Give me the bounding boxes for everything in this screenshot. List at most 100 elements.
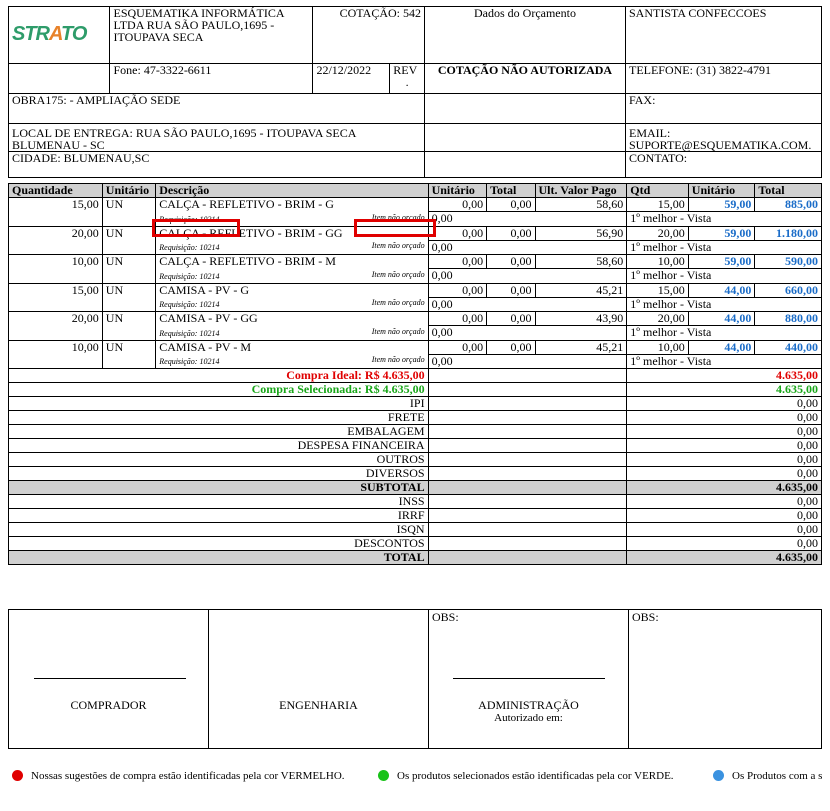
item-extra: 0,00	[427, 353, 628, 369]
highlight-not-quoted	[354, 219, 436, 237]
red-dot-icon	[12, 770, 23, 781]
item-extra: 0,00	[427, 239, 628, 255]
supplier-email: EMAIL: SUPORTE@ESQUEMATIKA.COM.	[624, 123, 823, 152]
engineering-signature: ENGENHARIA	[208, 609, 429, 749]
item-s-qty: 10,00	[626, 254, 689, 269]
item-row: 20,00 UN CAMISA - PV - GG 0,00 0,00 43,90 20,0…	[8, 311, 822, 341]
col-unit: Unitário	[101, 183, 157, 198]
col-qty: Quantidade	[8, 183, 103, 198]
summary-value: 4.635,00	[626, 480, 822, 495]
obs-label-2: OBS:	[632, 610, 659, 624]
item-rank: 1º melhor - Vista	[626, 239, 822, 255]
item-s-total: 1.180,00	[754, 225, 822, 241]
summary-value: 0,00	[626, 536, 822, 551]
delivery-location: LOCAL DE ENTREGA: RUA SÃO PAULO,1695 - I…	[8, 123, 425, 152]
item-rank: 1º melhor - Vista	[626, 325, 822, 341]
item-note: Item não orçado	[371, 298, 425, 307]
item-s-total: 590,00	[754, 254, 822, 269]
item-s-unit: 59,00	[687, 225, 756, 241]
summary-row: ISQN 0,00	[8, 522, 822, 537]
supplier-name: SANTISTA CONFECCOES	[624, 6, 823, 64]
summary-row: DESPESA FINANCEIRA 0,00	[8, 438, 822, 453]
item-row: 10,00 UN CALÇA - REFLETIVO - BRIM - M 0,00 0…	[8, 254, 822, 284]
item-last-price: 56,90	[534, 225, 628, 241]
item-desc: CAMISA - PV - G	[155, 282, 429, 297]
buyer-signature: COMPRADOR	[8, 609, 209, 749]
item-s-qty: 10,00	[626, 339, 689, 355]
item-row: 10,00 UN CAMISA - PV - M 0,00 0,00 45,21 10,00…	[8, 339, 822, 369]
col-s-unit: Unitário	[687, 183, 756, 198]
item-s-qty: 20,00	[626, 311, 689, 326]
item-note: Item não orçado	[371, 241, 425, 250]
item-rank: 1º melhor - Vista	[626, 268, 822, 284]
item-meta: Requisição: 10214 Item não orçado	[155, 240, 429, 255]
item-last-price: 58,60	[534, 254, 628, 269]
summary-row: TOTAL 4.635,00	[8, 550, 822, 565]
item-requisition: Requisição: 10214	[159, 300, 220, 309]
summary-label: DIVERSOS	[8, 466, 429, 481]
item-total: 0,00	[486, 339, 536, 355]
item-total: 0,00	[486, 225, 536, 241]
item-last-price: 43,90	[534, 311, 628, 326]
quote-data-label: Dados do Orçamento	[424, 6, 626, 64]
summary-label: SUBTOTAL	[8, 480, 429, 495]
item-extra: 0,00	[427, 296, 628, 312]
col-s-total: Total	[754, 183, 822, 198]
summary-row: IPI 0,00	[8, 396, 822, 411]
summary-label: IRRF	[8, 508, 429, 523]
ideal-purchase-value: 4.635,00	[626, 368, 822, 383]
quote-status: COTAÇÃO NÃO AUTORIZADA	[424, 63, 626, 94]
item-unit: UN	[101, 339, 157, 369]
strato-logo: STRATO	[12, 23, 87, 45]
item-desc: CALÇA - REFLETIVO - BRIM - G	[155, 197, 429, 212]
item-price: 0,00	[427, 282, 488, 298]
summary-row: DESCONTOS 0,00	[8, 536, 822, 551]
item-s-unit: 44,00	[687, 339, 756, 355]
header-table: STRATO ESQUEMATIKA INFORMÁTICA LTDA RUA …	[7, 6, 823, 178]
highlight-requisition	[152, 219, 240, 237]
admin-signature: OBS: ADMINISTRAÇÃO Autorizado em:	[428, 609, 629, 749]
summary-row: EMBALAGEM 0,00	[8, 424, 822, 439]
item-s-total: 880,00	[754, 311, 822, 326]
item-last-price: 58,60	[534, 197, 628, 212]
summary-value: 0,00	[626, 522, 822, 537]
summary-label: DESPESA FINANCEIRA	[8, 438, 429, 453]
summary-label: TOTAL	[8, 550, 429, 565]
item-last-price: 45,21	[534, 282, 628, 298]
item-qty: 15,00	[8, 282, 103, 312]
item-s-total: 440,00	[754, 339, 822, 355]
item-last-price: 45,21	[534, 339, 628, 355]
item-qty: 10,00	[8, 254, 103, 284]
item-s-unit: 44,00	[687, 282, 756, 298]
item-s-unit: 59,00	[687, 197, 756, 212]
summary-label: ISQN	[8, 522, 429, 537]
item-row: 15,00 UN CAMISA - PV - G 0,00 0,00 45,21 15,00…	[8, 282, 822, 312]
item-requisition: Requisição: 10214	[159, 328, 220, 338]
quote-date: 22/12/2022	[312, 63, 391, 94]
item-price: 0,00	[427, 225, 488, 241]
item-unit: UN	[101, 282, 157, 312]
item-s-unit: 59,00	[687, 254, 756, 269]
summary-value: 0,00	[626, 396, 822, 411]
item-unit: UN	[101, 225, 157, 255]
items-table: Quantidade Unitário Descrição Unitário T…	[8, 183, 822, 565]
item-price: 0,00	[427, 197, 488, 212]
item-rank: 1º melhor - Vista	[626, 353, 822, 369]
item-requisition: Requisição: 10214	[159, 243, 220, 252]
item-desc: CALÇA - REFLETIVO - BRIM - M	[155, 254, 429, 269]
company-name: ESQUEMATIKA INFORMÁTICA LTDA RUA SÃO PAU…	[109, 6, 314, 64]
supplier-contact: CONTATO:	[624, 151, 823, 178]
ideal-purchase: Compra Ideal: R$ 4.635,00	[8, 368, 429, 383]
city: CIDADE: BLUMENAU,SC	[8, 151, 425, 178]
obs-label-1: OBS:	[432, 610, 459, 624]
selected-purchase: Compra Selecionada: R$ 4.635,00	[8, 382, 429, 397]
item-note: Item não orçado	[371, 269, 425, 279]
item-meta: Requisição: 10214 Item não orçado	[155, 268, 429, 284]
item-note: Item não orçado	[371, 326, 425, 336]
logo: STRATO	[7, 6, 111, 64]
company-phone: Fone: 47-3322-6611	[109, 63, 314, 94]
col-s-qty: Qtd	[626, 183, 689, 198]
item-total: 0,00	[486, 254, 536, 269]
item-unit: UN	[101, 254, 157, 284]
item-unit: UN	[101, 311, 157, 341]
